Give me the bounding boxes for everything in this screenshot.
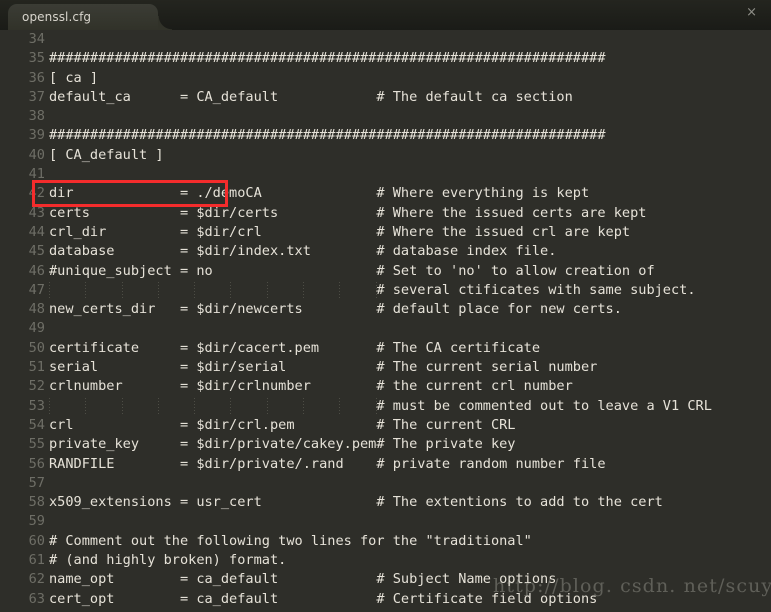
close-icon[interactable]: ×	[746, 5, 757, 21]
code-line[interactable]: 55 private_key = $dir/private/cakey.pem# …	[0, 435, 771, 454]
code-line[interactable]: 43 certs = $dir/certs # Where the issued …	[0, 204, 771, 223]
code-line[interactable]: 57	[0, 474, 771, 493]
line-number: 60	[28, 532, 45, 549]
code-line-text: new_certs_dir = $dir/newcerts # default …	[49, 301, 622, 318]
line-number: 51	[28, 359, 45, 376]
code-line-text: # Comment out the following two lines fo…	[49, 532, 532, 549]
line-number: 53	[28, 397, 45, 414]
code-line[interactable]: 59	[0, 512, 771, 531]
code-line-text: crl = $dir/crl.pem # The current CRL	[49, 416, 516, 433]
code-line-text: ########################################…	[49, 50, 606, 67]
code-line-text: # (and highly broken) format.	[49, 552, 287, 569]
code-line[interactable]: 49	[0, 319, 771, 338]
code-line-list: 34 35 ####################################…	[0, 30, 771, 609]
line-number: 49	[28, 320, 45, 337]
code-line[interactable]: 45 database = $dir/index.txt # database i…	[0, 242, 771, 261]
line-number: 58	[28, 494, 45, 511]
code-line-text: [ CA_default ]	[49, 146, 164, 163]
code-line-text: certs = $dir/certs # Where the issued ce…	[49, 204, 647, 221]
code-line-text: # must be commented out to leave a V1 CR…	[49, 397, 712, 414]
code-line-text: [ ca ]	[49, 69, 99, 86]
line-number: 63	[28, 590, 45, 607]
code-editor-window: openssl.cfg × 34 35 ######################…	[0, 0, 771, 612]
line-number: 47	[28, 281, 45, 298]
line-number: 59	[28, 513, 45, 530]
code-line-text: # several ctificates with same subject.	[49, 281, 696, 298]
tab-openssl-cfg[interactable]: openssl.cfg	[8, 4, 172, 30]
code-line[interactable]: 40[ CA_default ]	[0, 146, 771, 165]
code-line-text: name_opt = ca_default # Subject Name opt…	[49, 571, 557, 588]
code-line[interactable]: 50 certificate = $dir/cacert.pem # The CA…	[0, 339, 771, 358]
code-line[interactable]: 60 # Comment out the following two lines …	[0, 532, 771, 551]
line-number: 42	[28, 185, 45, 202]
line-number: 43	[28, 204, 45, 221]
line-number: 39	[28, 127, 45, 144]
line-number: 35	[28, 50, 45, 67]
code-line[interactable]: 46 #unique_subject = no # Set to 'no' to …	[0, 262, 771, 281]
line-number: 57	[28, 474, 45, 491]
code-line-text: RANDFILE = $dir/private/.rand # private …	[49, 455, 606, 472]
code-line[interactable]: 47 # several ctificates with same subjec…	[0, 281, 771, 300]
code-line-text: ########################################…	[49, 127, 606, 144]
line-number: 46	[28, 262, 45, 279]
code-line[interactable]: 51 serial = $dir/serial # The current ser…	[0, 358, 771, 377]
code-line[interactable]: 58 x509_extensions = usr_cert # The exten…	[0, 493, 771, 512]
line-number: 48	[28, 301, 45, 318]
code-line[interactable]: 35 ######################################…	[0, 49, 771, 68]
line-number: 38	[28, 108, 45, 125]
code-line[interactable]: 37 default_ca = CA_default # The default …	[0, 88, 771, 107]
code-line-text: certificate = $dir/cacert.pem # The CA c…	[49, 339, 541, 356]
code-line[interactable]: 62 name_opt = ca_default # Subject Name o…	[0, 570, 771, 589]
code-line-text: cert_opt = ca_default # Certificate fiel…	[49, 590, 598, 607]
code-line-text: x509_extensions = usr_cert # The extenti…	[49, 494, 663, 511]
code-line[interactable]: 63 cert_opt = ca_default # Certificate fi…	[0, 590, 771, 609]
code-line-text: #unique_subject = no # Set to 'no' to al…	[49, 262, 655, 279]
line-number: 34	[28, 31, 45, 47]
line-number: 44	[28, 223, 45, 240]
editor-area[interactable]: 34 35 ####################################…	[0, 30, 771, 612]
code-line-text: crl_dir = $dir/crl # Where the issued cr…	[49, 223, 631, 240]
code-line-text: dir = ./demoCA # Where everything is kep…	[49, 185, 590, 202]
line-number: 50	[28, 339, 45, 356]
code-line[interactable]: 38	[0, 107, 771, 126]
line-number: 41	[28, 166, 45, 183]
code-line[interactable]: 61 # (and highly broken) format.	[0, 551, 771, 570]
code-line-text: default_ca = CA_default # The default ca…	[49, 88, 573, 105]
code-line[interactable]: 56 RANDFILE = $dir/private/.rand # privat…	[0, 455, 771, 474]
code-line[interactable]: 36[ ca ]	[0, 69, 771, 88]
line-number: 36	[28, 69, 45, 86]
code-line[interactable]: 41	[0, 165, 771, 184]
code-line-text: serial = $dir/serial # The current seria…	[49, 359, 598, 376]
code-line[interactable]: 54 crl = $dir/crl.pem # The current CRL	[0, 416, 771, 435]
line-number: 55	[28, 436, 45, 453]
code-line[interactable]: 53 # must be commented out to leave a V1…	[0, 397, 771, 416]
code-line[interactable]: 52 crlnumber = $dir/crlnumber # the curre…	[0, 377, 771, 396]
code-line[interactable]: 39 ######################################…	[0, 126, 771, 145]
line-number: 62	[28, 571, 45, 588]
code-line-text: database = $dir/index.txt # database ind…	[49, 243, 557, 260]
line-number: 56	[28, 455, 45, 472]
line-number: 54	[28, 416, 45, 433]
code-line[interactable]: 48 new_certs_dir = $dir/newcerts # defaul…	[0, 300, 771, 319]
code-line[interactable]: 44 crl_dir = $dir/crl # Where the issued …	[0, 223, 771, 242]
code-line[interactable]: 42 dir = ./demoCA # Where everything is k…	[0, 184, 771, 203]
code-line[interactable]: 34	[0, 30, 771, 49]
code-line-text: private_key = $dir/private/cakey.pem# Th…	[49, 436, 516, 453]
line-number: 40	[28, 146, 45, 163]
line-number: 61	[28, 552, 45, 569]
code-line-text: crlnumber = $dir/crlnumber # the current…	[49, 378, 573, 395]
line-number: 45	[28, 243, 45, 260]
line-number: 37	[28, 88, 45, 105]
tab-label: openssl.cfg	[22, 10, 92, 24]
tab-bar: openssl.cfg ×	[0, 0, 771, 30]
line-number: 52	[28, 378, 45, 395]
